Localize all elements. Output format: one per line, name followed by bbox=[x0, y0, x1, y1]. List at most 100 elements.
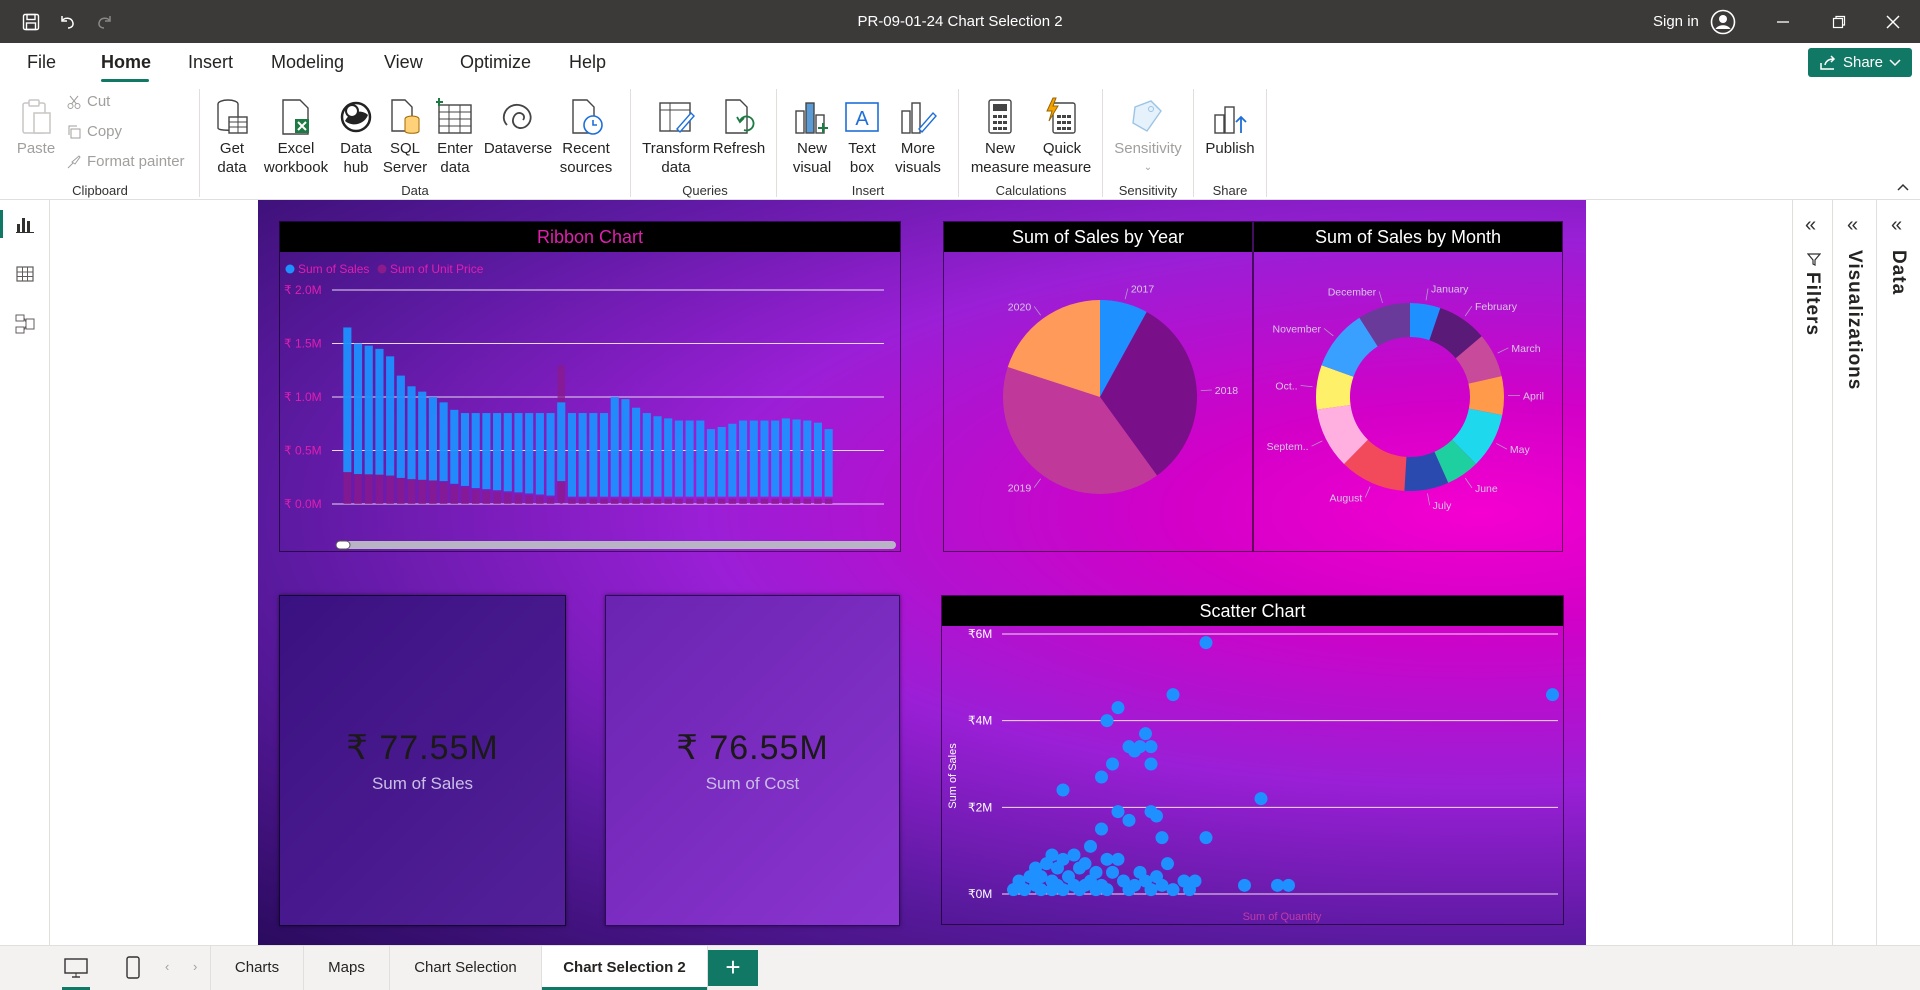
ribbon-sales-bar[interactable] bbox=[396, 375, 405, 478]
ribbon-sales-bar[interactable] bbox=[781, 418, 790, 497]
ribbon-price-bar[interactable] bbox=[610, 498, 619, 504]
sign-in-link[interactable]: Sign in bbox=[1653, 0, 1699, 43]
ribbon-price-bar[interactable] bbox=[760, 498, 769, 504]
ribbon-price-bar[interactable] bbox=[493, 492, 501, 504]
data-pane[interactable]: « Data bbox=[1876, 200, 1920, 945]
ribbon-price-bar[interactable] bbox=[589, 498, 598, 504]
ribbon-chart-visual[interactable]: Ribbon Chart Sum of Sales Sum of Unit Pr… bbox=[279, 221, 901, 552]
page-tab-chart-selection-2[interactable]: Chart Selection 2 bbox=[542, 946, 708, 990]
expand-chevron-icon[interactable]: « bbox=[1891, 214, 1902, 237]
scatter-chart-visual[interactable]: Scatter Chart Sum of Sales Sum of Quanti… bbox=[941, 595, 1564, 925]
ribbon-sales-bar[interactable] bbox=[599, 413, 609, 497]
scatter-point[interactable] bbox=[1100, 883, 1114, 897]
expand-chevron-icon[interactable]: « bbox=[1805, 214, 1816, 237]
excel-workbook-button[interactable]: Excel workbook bbox=[262, 93, 330, 177]
scatter-point[interactable] bbox=[1144, 740, 1158, 754]
ribbon-sales-bar[interactable] bbox=[621, 399, 630, 497]
ribbon-price-bar[interactable] bbox=[461, 487, 469, 504]
page-tab-chart-selection[interactable]: Chart Selection bbox=[390, 946, 542, 990]
scatter-point[interactable] bbox=[1067, 848, 1081, 862]
scatter-point[interactable] bbox=[1122, 883, 1136, 897]
ribbon-sales-bar[interactable] bbox=[706, 429, 716, 497]
add-page-button[interactable]: + bbox=[708, 950, 758, 986]
scatter-point[interactable] bbox=[1166, 688, 1180, 702]
sales-by-year-visual[interactable]: Sum of Sales by Year 2017 2018 2019 2020 bbox=[943, 221, 1253, 552]
ribbon-sales-bar[interactable] bbox=[428, 397, 437, 481]
new-visual-button[interactable]: New visual bbox=[788, 93, 836, 177]
copy-button[interactable]: Copy bbox=[67, 123, 122, 140]
scatter-point[interactable] bbox=[1166, 883, 1180, 897]
ribbon-price-bar[interactable] bbox=[439, 482, 448, 504]
ribbon-sales-bar[interactable] bbox=[813, 422, 823, 497]
table-view-icon[interactable] bbox=[13, 262, 37, 286]
account-icon[interactable] bbox=[1706, 0, 1740, 43]
ribbon-price-bar[interactable] bbox=[728, 498, 737, 504]
scatter-point[interactable] bbox=[1161, 857, 1174, 871]
ribbon-price-bar[interactable] bbox=[504, 493, 512, 504]
menu-help[interactable]: Help bbox=[569, 52, 606, 73]
ribbon-sales-bar[interactable] bbox=[771, 420, 780, 497]
ribbon-sales-bar[interactable] bbox=[824, 429, 833, 497]
menu-modeling[interactable]: Modeling bbox=[271, 52, 344, 73]
ribbon-price-bar[interactable] bbox=[685, 498, 694, 504]
ribbon-price-bar[interactable] bbox=[750, 498, 758, 504]
kpi-card-sales[interactable]: ₹ 77.55M Sum of Sales bbox=[279, 595, 566, 926]
ribbon-price-bar[interactable] bbox=[471, 490, 480, 504]
ribbon-price-bar[interactable] bbox=[717, 498, 726, 504]
scatter-point[interactable] bbox=[1144, 883, 1158, 897]
menu-home[interactable]: Home bbox=[101, 52, 151, 73]
ribbon-sales-bar[interactable] bbox=[589, 413, 598, 497]
ribbon-sales-bar[interactable] bbox=[578, 413, 587, 497]
ribbon-sales-bar[interactable] bbox=[482, 413, 491, 490]
model-view-icon[interactable] bbox=[13, 312, 37, 336]
ribbon-price-bar[interactable] bbox=[675, 498, 683, 504]
scatter-point[interactable] bbox=[1100, 714, 1114, 728]
ribbon-price-bar[interactable] bbox=[707, 498, 715, 504]
quick-measure-button[interactable]: Quick measure bbox=[1032, 93, 1092, 177]
scatter-point[interactable] bbox=[1018, 883, 1031, 897]
ribbon-price-bar[interactable] bbox=[536, 496, 544, 504]
sql-server-button[interactable]: SQL Server bbox=[383, 93, 427, 177]
scatter-point[interactable] bbox=[1106, 865, 1119, 879]
ribbon-price-bar[interactable] bbox=[482, 491, 491, 504]
ribbon-price-bar[interactable] bbox=[824, 498, 833, 504]
more-visuals-button[interactable]: More visuals bbox=[888, 93, 948, 177]
scatter-point[interactable] bbox=[1139, 727, 1152, 741]
scatter-point[interactable] bbox=[1199, 636, 1213, 650]
cut-button[interactable]: Cut bbox=[67, 93, 110, 110]
scatter-point[interactable] bbox=[1056, 783, 1070, 797]
ribbon-sales-bar[interactable] bbox=[664, 418, 673, 497]
scatter-point[interactable] bbox=[1238, 878, 1251, 892]
ribbon-sales-bar[interactable] bbox=[642, 413, 651, 497]
scatter-point[interactable] bbox=[1084, 839, 1097, 853]
desktop-layout-icon[interactable] bbox=[62, 956, 90, 985]
enter-data-button[interactable]: Enter data bbox=[433, 93, 477, 177]
recent-sources-button[interactable]: Recent sources bbox=[552, 93, 620, 177]
scatter-point[interactable] bbox=[1144, 757, 1158, 771]
horizontal-scrollbar[interactable] bbox=[336, 541, 896, 549]
collapse-ribbon-icon[interactable] bbox=[1896, 179, 1910, 197]
share-button[interactable]: Share bbox=[1808, 48, 1912, 77]
visualizations-pane[interactable]: « Visualizations bbox=[1832, 200, 1876, 945]
scatter-point[interactable] bbox=[1155, 831, 1169, 845]
ribbon-sales-bar[interactable] bbox=[792, 419, 801, 497]
scatter-point[interactable] bbox=[1254, 792, 1268, 806]
ribbon-sales-bar[interactable] bbox=[375, 348, 384, 475]
ribbon-price-bar[interactable] bbox=[771, 498, 779, 504]
ribbon-sales-bar[interactable] bbox=[567, 413, 577, 497]
ribbon-price-bar[interactable] bbox=[568, 498, 576, 504]
scatter-point[interactable] bbox=[1073, 883, 1086, 897]
ribbon-price-bar[interactable] bbox=[450, 485, 459, 504]
ribbon-sales-bar[interactable] bbox=[546, 413, 555, 496]
mobile-layout-icon[interactable] bbox=[125, 956, 141, 985]
ribbon-sales-bar[interactable] bbox=[760, 420, 769, 497]
page-tab-charts[interactable]: Charts bbox=[210, 946, 304, 990]
minimize-icon[interactable] bbox=[1760, 0, 1806, 43]
text-box-button[interactable]: A Text box bbox=[838, 93, 886, 177]
ribbon-sales-bar[interactable] bbox=[514, 413, 523, 493]
ribbon-price-bar[interactable] bbox=[664, 498, 672, 504]
scatter-point[interactable] bbox=[1051, 861, 1064, 875]
ribbon-sales-bar[interactable] bbox=[460, 413, 470, 486]
ribbon-sales-bar[interactable] bbox=[653, 416, 662, 497]
ribbon-sales-bar[interactable] bbox=[803, 420, 812, 497]
